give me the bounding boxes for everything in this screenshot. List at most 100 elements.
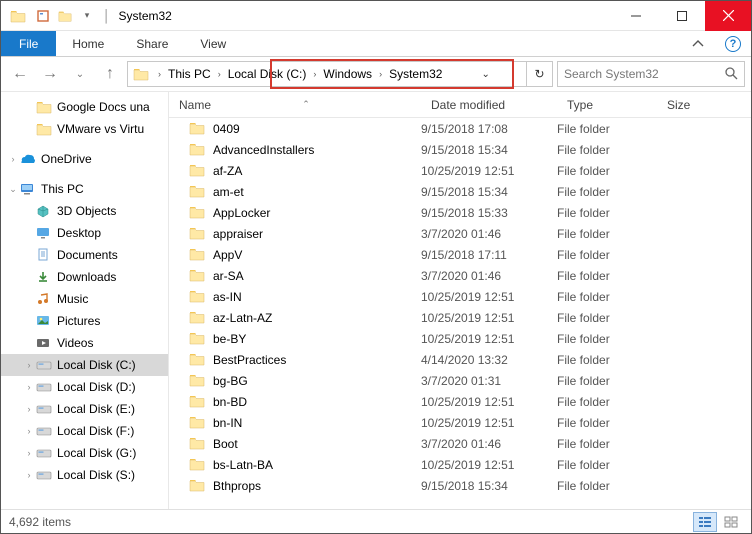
search-placeholder: Search System32: [564, 67, 659, 81]
chevron-right-icon[interactable]: ›: [23, 382, 35, 392]
table-row[interactable]: AppV9/15/2018 17:11File folder: [169, 244, 751, 265]
file-type: File folder: [557, 437, 657, 451]
up-button[interactable]: ↑: [97, 61, 123, 87]
view-large-icons-button[interactable]: [719, 512, 743, 532]
refresh-button[interactable]: ↻: [526, 62, 552, 86]
view-details-button[interactable]: [693, 512, 717, 532]
file-date: 10/25/2019 12:51: [421, 395, 557, 409]
tree-item[interactable]: ›Local Disk (C:): [1, 354, 168, 376]
qat-properties-icon[interactable]: [33, 6, 53, 26]
chevron-right-icon[interactable]: ›: [23, 448, 35, 458]
crumb-windows[interactable]: Windows: [320, 62, 375, 86]
expand-ribbon-icon[interactable]: [681, 31, 715, 56]
close-button[interactable]: [705, 1, 751, 31]
chevron-right-icon[interactable]: ›: [23, 404, 35, 414]
file-type: File folder: [557, 353, 657, 367]
chevron-right-icon[interactable]: ›: [23, 360, 35, 370]
chevron-right-icon[interactable]: ›: [309, 69, 320, 79]
table-row[interactable]: am-et9/15/2018 15:34File folder: [169, 181, 751, 202]
forward-button[interactable]: →: [37, 61, 63, 87]
chevron-right-icon[interactable]: ›: [7, 154, 19, 164]
tree-item-label: Google Docs una: [57, 100, 150, 114]
tree-item-label: This PC: [41, 182, 84, 196]
tab-view[interactable]: View: [184, 31, 242, 56]
tree-item[interactable]: ›OneDrive: [1, 148, 168, 170]
qat-dropdown-icon[interactable]: ▾: [77, 6, 97, 26]
table-row[interactable]: BestPractices4/14/2020 13:32File folder: [169, 349, 751, 370]
tab-share[interactable]: Share: [120, 31, 184, 56]
disk-icon: [35, 423, 53, 439]
table-row[interactable]: as-IN10/25/2019 12:51File folder: [169, 286, 751, 307]
tab-home[interactable]: Home: [56, 31, 120, 56]
table-row[interactable]: bs-Latn-BA10/25/2019 12:51File folder: [169, 454, 751, 475]
chevron-right-icon[interactable]: ›: [23, 426, 35, 436]
tree-item[interactable]: Videos: [1, 332, 168, 354]
col-date[interactable]: Date modified: [421, 98, 557, 112]
qat-new-folder-icon[interactable]: [55, 6, 75, 26]
chevron-down-icon[interactable]: ⌄: [7, 184, 19, 195]
table-row[interactable]: bg-BG3/7/2020 01:31File folder: [169, 370, 751, 391]
chevron-right-icon[interactable]: ›: [214, 69, 225, 79]
address-dropdown-icon[interactable]: ⌄: [478, 69, 494, 80]
file-date: 9/15/2018 15:34: [421, 143, 557, 157]
col-type[interactable]: Type: [557, 98, 657, 112]
minimize-button[interactable]: [613, 1, 659, 31]
table-row[interactable]: ar-SA3/7/2020 01:46File folder: [169, 265, 751, 286]
chevron-right-icon[interactable]: ›: [375, 69, 386, 79]
file-tab[interactable]: File: [1, 31, 56, 56]
crumb-this-pc[interactable]: This PC: [165, 62, 214, 86]
tree-item[interactable]: Google Docs una: [1, 96, 168, 118]
tree-item[interactable]: ›Local Disk (S:): [1, 464, 168, 486]
tree-item[interactable]: ⌄ This PC: [1, 178, 168, 200]
table-row[interactable]: AdvancedInstallers9/15/2018 15:34File fo…: [169, 139, 751, 160]
file-type: File folder: [557, 374, 657, 388]
folder-icon: [189, 121, 207, 137]
crumb-system32[interactable]: System32: [386, 62, 445, 86]
tree-item[interactable]: ›Local Disk (G:): [1, 442, 168, 464]
file-name: af-ZA: [213, 164, 242, 178]
search-input[interactable]: Search System32: [557, 61, 745, 87]
table-row[interactable]: AppLocker9/15/2018 15:33File folder: [169, 202, 751, 223]
col-size[interactable]: Size: [657, 98, 751, 112]
tree-item[interactable]: Documents: [1, 244, 168, 266]
table-row[interactable]: 04099/15/2018 17:08File folder: [169, 118, 751, 139]
tree-item[interactable]: Pictures: [1, 310, 168, 332]
docs-icon: [35, 247, 53, 263]
chevron-right-icon[interactable]: ›: [23, 470, 35, 480]
table-row[interactable]: bn-IN10/25/2019 12:51File folder: [169, 412, 751, 433]
tree-item[interactable]: ›Local Disk (D:): [1, 376, 168, 398]
table-row[interactable]: Boot3/7/2020 01:46File folder: [169, 433, 751, 454]
crumb-local-disk-c[interactable]: Local Disk (C:): [225, 62, 310, 86]
table-row[interactable]: appraiser3/7/2020 01:46File folder: [169, 223, 751, 244]
help-icon[interactable]: ?: [725, 36, 741, 52]
tree-item[interactable]: Music: [1, 288, 168, 310]
maximize-button[interactable]: [659, 1, 705, 31]
tree-item[interactable]: Desktop: [1, 222, 168, 244]
file-type: File folder: [557, 311, 657, 325]
address-bar[interactable]: › This PC › Local Disk (C:) › Windows › …: [127, 61, 553, 87]
file-type: File folder: [557, 206, 657, 220]
tree-item[interactable]: ›Local Disk (F:): [1, 420, 168, 442]
table-row[interactable]: be-BY10/25/2019 12:51File folder: [169, 328, 751, 349]
tree-item[interactable]: 3D Objects: [1, 200, 168, 222]
table-row[interactable]: az-Latn-AZ10/25/2019 12:51File folder: [169, 307, 751, 328]
recent-dropdown-icon[interactable]: ⌄: [67, 61, 93, 87]
back-button[interactable]: ←: [7, 61, 33, 87]
table-row[interactable]: Bthprops9/15/2018 15:34File folder: [169, 475, 751, 496]
nav-tree[interactable]: Google Docs una VMware vs Virtu ›OneDrive ⌄…: [1, 92, 169, 509]
file-name: ar-SA: [213, 269, 244, 283]
table-row[interactable]: bn-BD10/25/2019 12:51File folder: [169, 391, 751, 412]
folder-icon: [189, 247, 207, 263]
file-rows[interactable]: 04099/15/2018 17:08File folderAdvancedIn…: [169, 118, 751, 509]
tree-item-label: VMware vs Virtu: [57, 122, 144, 136]
table-row[interactable]: af-ZA10/25/2019 12:51File folder: [169, 160, 751, 181]
file-date: 9/15/2018 15:34: [421, 185, 557, 199]
col-name[interactable]: Name⌃: [169, 98, 421, 112]
chevron-right-icon[interactable]: ›: [154, 69, 165, 79]
tree-item[interactable]: Downloads: [1, 266, 168, 288]
folder-icon: [189, 394, 207, 410]
tree-item[interactable]: VMware vs Virtu: [1, 118, 168, 140]
tree-item[interactable]: ›Local Disk (E:): [1, 398, 168, 420]
disk-icon: [35, 379, 53, 395]
downloads-icon: [35, 269, 53, 285]
